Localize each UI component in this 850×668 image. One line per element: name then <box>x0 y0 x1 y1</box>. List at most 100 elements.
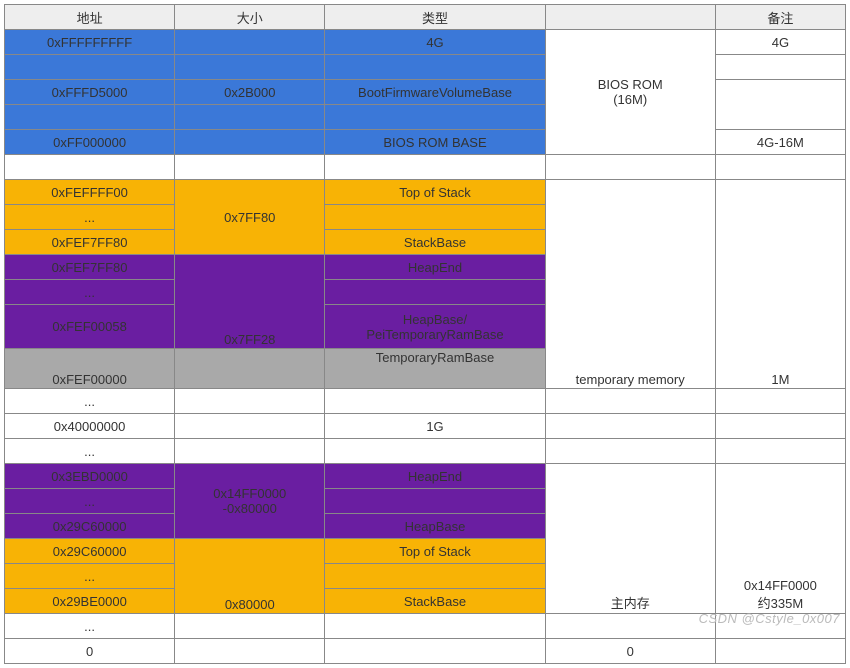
note-cell: 4G-16M <box>715 130 845 155</box>
addr-cell: ... <box>5 205 175 230</box>
col-size: 大小 <box>175 5 325 30</box>
addr-cell: ... <box>5 489 175 514</box>
table-row: 0x3EBD0000 0x14FF0000 -0x80000 HeapEnd 主… <box>5 464 846 489</box>
type-cell: HeapEnd <box>325 255 545 280</box>
span-cell <box>545 414 715 439</box>
size-cell <box>175 55 325 80</box>
addr-cell: 0xFEFFFF00 <box>5 180 175 205</box>
region-tmpmem: temporary memory <box>545 180 715 389</box>
col-addr: 地址 <box>5 5 175 30</box>
note-cell: 0x14FF0000 约335M <box>715 464 845 614</box>
span-cell <box>545 439 715 464</box>
addr-cell: 0xFEF7FF80 <box>5 230 175 255</box>
table-row: 0x40000000 1G <box>5 414 846 439</box>
size-cell <box>175 389 325 414</box>
memory-map-table: 地址 大小 类型 备注 0xFFFFFFFFF 4G BIOS ROM (16M… <box>4 4 846 664</box>
type-cell: 4G <box>325 30 545 55</box>
addr-cell: 0x3EBD0000 <box>5 464 175 489</box>
table-row <box>5 155 846 180</box>
type-cell <box>325 389 545 414</box>
addr-cell <box>5 55 175 80</box>
addr-cell: 0xFF000000 <box>5 130 175 155</box>
region-mainmem: 主内存 <box>545 464 715 614</box>
table-row: 0xFFFD5000 0x2B000 BootFirmwareVolumeBas… <box>5 80 846 105</box>
header-row: 地址 大小 类型 备注 <box>5 5 846 30</box>
span-cell <box>545 389 715 414</box>
col-note: 备注 <box>715 5 845 30</box>
type-cell: HeapBase/ PeiTemporaryRamBase <box>325 305 545 349</box>
size-cell <box>175 439 325 464</box>
addr-cell: 0x40000000 <box>5 414 175 439</box>
size-cell: 0x7FF28 <box>175 255 325 349</box>
type-cell: 1G <box>325 414 545 439</box>
size-cell <box>175 639 325 664</box>
table-row: ... <box>5 614 846 639</box>
size-cell: 0x14FF0000 -0x80000 <box>175 464 325 539</box>
span-cell: 0 <box>545 639 715 664</box>
addr-cell: 0xFFFFFFFFF <box>5 30 175 55</box>
type-cell <box>325 155 545 180</box>
addr-cell: 0x29C60000 <box>5 514 175 539</box>
addr-cell: 0xFFFD5000 <box>5 80 175 105</box>
col-type: 类型 <box>325 5 545 30</box>
note-cell <box>715 389 845 414</box>
addr-cell: 0xFEF00000 <box>5 349 175 389</box>
size-cell: 0x80000 <box>175 539 325 614</box>
type-cell: TemporaryRamBase <box>325 349 545 389</box>
type-cell: Top of Stack <box>325 539 545 564</box>
note-cell <box>715 414 845 439</box>
size-cell <box>175 414 325 439</box>
type-cell: BIOS ROM BASE <box>325 130 545 155</box>
addr-cell: ... <box>5 389 175 414</box>
type-cell: Top of Stack <box>325 180 545 205</box>
addr-cell: 0 <box>5 639 175 664</box>
size-cell <box>175 155 325 180</box>
note-cell <box>715 80 845 130</box>
note-cell <box>715 155 845 180</box>
addr-cell: ... <box>5 564 175 589</box>
table-row: 0xFEFFFF00 0x7FF80 Top of Stack temporar… <box>5 180 846 205</box>
note-cell: 4G <box>715 30 845 55</box>
type-cell <box>325 489 545 514</box>
col-span <box>545 5 715 30</box>
addr-cell <box>5 105 175 130</box>
table-row: 0 0 <box>5 639 846 664</box>
note-cell <box>715 614 845 639</box>
note-cell: 1M <box>715 180 845 389</box>
table-row: ... <box>5 389 846 414</box>
type-cell: StackBase <box>325 589 545 614</box>
size-cell <box>175 614 325 639</box>
type-cell <box>325 439 545 464</box>
addr-cell: ... <box>5 280 175 305</box>
span-cell <box>545 155 715 180</box>
addr-cell: ... <box>5 439 175 464</box>
table-row: 0xFF000000 BIOS ROM BASE 4G-16M <box>5 130 846 155</box>
region-bios: BIOS ROM (16M) <box>545 30 715 155</box>
span-cell <box>545 614 715 639</box>
addr-cell <box>5 155 175 180</box>
addr-cell: 0xFEF7FF80 <box>5 255 175 280</box>
addr-cell: 0x29C60000 <box>5 539 175 564</box>
table-row <box>5 55 846 80</box>
type-cell <box>325 639 545 664</box>
note-cell <box>715 439 845 464</box>
type-cell: BootFirmwareVolumeBase <box>325 80 545 105</box>
type-cell <box>325 280 545 305</box>
size-cell <box>175 349 325 389</box>
type-cell: HeapEnd <box>325 464 545 489</box>
size-cell: 0x7FF80 <box>175 180 325 255</box>
note-cell <box>715 639 845 664</box>
size-cell <box>175 105 325 130</box>
type-cell <box>325 55 545 80</box>
type-cell <box>325 105 545 130</box>
type-cell: HeapBase <box>325 514 545 539</box>
note-cell <box>715 55 845 80</box>
addr-cell: ... <box>5 614 175 639</box>
addr-cell: 0x29BE0000 <box>5 589 175 614</box>
addr-cell: 0xFEF00058 <box>5 305 175 349</box>
type-cell <box>325 564 545 589</box>
size-cell <box>175 30 325 55</box>
type-cell <box>325 205 545 230</box>
type-cell <box>325 614 545 639</box>
table-row: 0xFFFFFFFFF 4G BIOS ROM (16M) 4G <box>5 30 846 55</box>
